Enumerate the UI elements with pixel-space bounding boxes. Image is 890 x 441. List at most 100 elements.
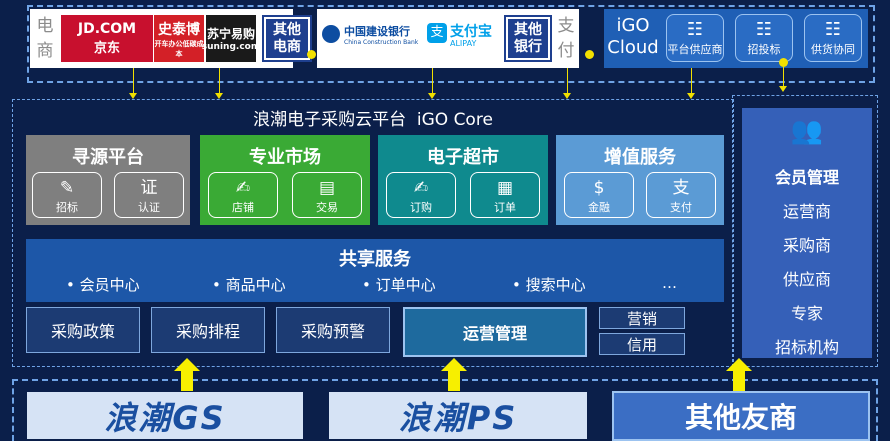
connector-line (219, 68, 220, 93)
up-arrow-stem (448, 371, 460, 391)
finance-label: 金融 (588, 201, 610, 214)
shared-item-product[interactable]: • 商品中心 (212, 274, 286, 295)
shared-item-search[interactable]: • 搜索中心 (512, 274, 586, 295)
suning-logo-sub: suning.com (201, 42, 261, 52)
shared-item-member[interactable]: • 会员中心 (66, 274, 140, 295)
suning-logo[interactable]: 苏宁易购 suning.com (202, 15, 260, 62)
ecommerce-label-top: 电 (36, 16, 54, 36)
payment-button[interactable]: 支 支付 (646, 172, 716, 218)
order-icon: ▦ (496, 178, 514, 198)
payment-icon: 支 (672, 178, 690, 198)
ccb-logo-en: China Construction Bank (344, 39, 419, 46)
staples-logo-text: 史泰博 (158, 21, 200, 38)
other-partners-box[interactable]: 其他友商 (612, 391, 870, 441)
inspur-ps-logo[interactable]: 浪潮PS (329, 392, 587, 439)
side-item-operator[interactable]: 运营商 (742, 198, 872, 222)
igo-cloud-title-line2: Cloud (607, 37, 659, 58)
shared-services-title: 共享服务 (339, 249, 411, 270)
shop-button[interactable]: ✍ 店铺 (208, 172, 278, 218)
up-arrow (174, 358, 200, 371)
bidding-button[interactable]: ✎ 招标 (32, 172, 102, 218)
alipay-icon: 支 (427, 23, 447, 43)
cloud-supply-label: 供货协同 (811, 43, 855, 56)
category-market-title: 专业市场 (249, 147, 321, 168)
procurement-schedule-button[interactable]: 采购排程 (151, 307, 265, 353)
finance-button[interactable]: $ 金融 (564, 172, 634, 218)
cloud-tender-button[interactable]: ☷ 招投标 (735, 14, 793, 62)
bidding-label: 招标 (56, 201, 78, 214)
ccb-logo-text: 中国建设银行 (344, 25, 410, 38)
up-arrow-stem (181, 371, 193, 391)
side-item-buyer[interactable]: 采购商 (742, 232, 872, 256)
side-item-supplier[interactable]: 供应商 (742, 266, 872, 290)
payment-box: 中国建设银行 China Construction Bank 支 支付宝 ALI… (317, 9, 579, 68)
payment-label-bottom: 付 (557, 41, 575, 61)
other-bank-button[interactable]: 其他 银行 (504, 15, 552, 62)
connector-line (783, 67, 784, 88)
side-item-expert[interactable]: 专家 (742, 300, 872, 324)
inspur-gs-logo[interactable]: 浪潮GS (27, 392, 303, 439)
ccb-logo[interactable]: 中国建设银行 China Construction Bank (322, 23, 422, 55)
staples-logo[interactable]: 史泰博 开车办公低碳成本 (154, 15, 204, 62)
suning-logo-text: 苏宁易购 (206, 27, 255, 41)
cloud-tender-label: 招投标 (747, 43, 781, 56)
members-icon: 👥 (790, 116, 824, 146)
cloud-supply-button[interactable]: ☷ 供货协同 (804, 14, 862, 62)
up-arrow (441, 358, 467, 371)
purchase-label: 订购 (410, 201, 432, 214)
credit-button[interactable]: 信用 (599, 333, 685, 355)
tender-icon: ☷ (755, 19, 773, 40)
ecommerce-label-bottom: 商 (36, 41, 54, 61)
trade-button[interactable]: ▤ 交易 (292, 172, 362, 218)
marketing-button[interactable]: 营销 (599, 307, 685, 329)
shared-item-order[interactable]: • 订单中心 (362, 274, 436, 295)
shop-icon: ✍ (235, 178, 251, 198)
other-ecommerce-button[interactable]: 其他 电商 (262, 15, 312, 62)
alipay-logo-text: 支付宝 (450, 24, 492, 40)
up-arrow-stem (733, 371, 745, 391)
certification-button[interactable]: 证 认证 (114, 172, 184, 218)
order-button[interactable]: ▦ 订单 (470, 172, 540, 218)
connector-line (133, 68, 134, 93)
trade-icon: ▤ (318, 178, 336, 198)
order-label: 订单 (494, 201, 516, 214)
connector-line (691, 68, 692, 93)
certification-label: 认证 (138, 201, 160, 214)
member-management-panel: 👥 会员管理 运营商 采购商 供应商 专家 招标机构 (742, 108, 872, 358)
procurement-policy-button[interactable]: 采购政策 (26, 307, 140, 353)
connector-dot (307, 50, 316, 59)
supply-icon: ☷ (824, 19, 842, 40)
order-write-icon: ✍ (413, 178, 429, 198)
alipay-logo-en: ALIPAY (450, 39, 477, 48)
cloud-supplier-button[interactable]: ☷ 平台供应商 (666, 14, 724, 62)
alipay-logo[interactable]: 支 支付宝 ALIPAY (427, 19, 501, 61)
jd-logo[interactable]: JD.COM 京东 (61, 15, 153, 62)
igo-cloud-title-line1: iGO (616, 15, 650, 36)
jd-logo-cn: 京东 (93, 41, 120, 56)
category-sourcing: 寻源平台 ✎ 招标 证 认证 (26, 135, 190, 225)
staples-logo-sub: 开车办公低碳成本 (154, 39, 204, 58)
money-icon: $ (593, 178, 605, 198)
procurement-alert-button[interactable]: 采购预警 (276, 307, 390, 353)
connector-line (432, 68, 433, 93)
payment-label-top: 支 (557, 16, 575, 36)
core-title: 浪潮电子采购云平台 iGO Core (253, 110, 493, 130)
operations-button[interactable]: 运营管理 (403, 307, 587, 357)
igo-cloud-box: iGO Cloud ☷ 平台供应商 ☷ 招投标 ☷ 供货协同 (604, 9, 868, 68)
purchase-button[interactable]: ✍ 订购 (386, 172, 456, 218)
pen-icon: ✎ (59, 178, 75, 198)
category-supermarket-title: 电子超市 (427, 147, 499, 168)
side-item-tender-agency[interactable]: 招标机构 (742, 334, 872, 358)
payment-label: 支付 (670, 201, 692, 214)
network-icon: ☷ (686, 19, 704, 40)
igo-cloud-title: iGO Cloud (607, 15, 659, 59)
member-management-title: 会员管理 (774, 168, 839, 187)
connector-line (567, 68, 568, 93)
up-arrow (726, 358, 752, 371)
category-value-added-title: 增值服务 (604, 147, 676, 168)
category-market: 专业市场 ✍ 店铺 ▤ 交易 (200, 135, 370, 225)
category-sourcing-title: 寻源平台 (72, 147, 144, 168)
connector-dot (585, 50, 594, 59)
connector-arrowhead (779, 86, 787, 92)
trade-label: 交易 (316, 201, 338, 214)
